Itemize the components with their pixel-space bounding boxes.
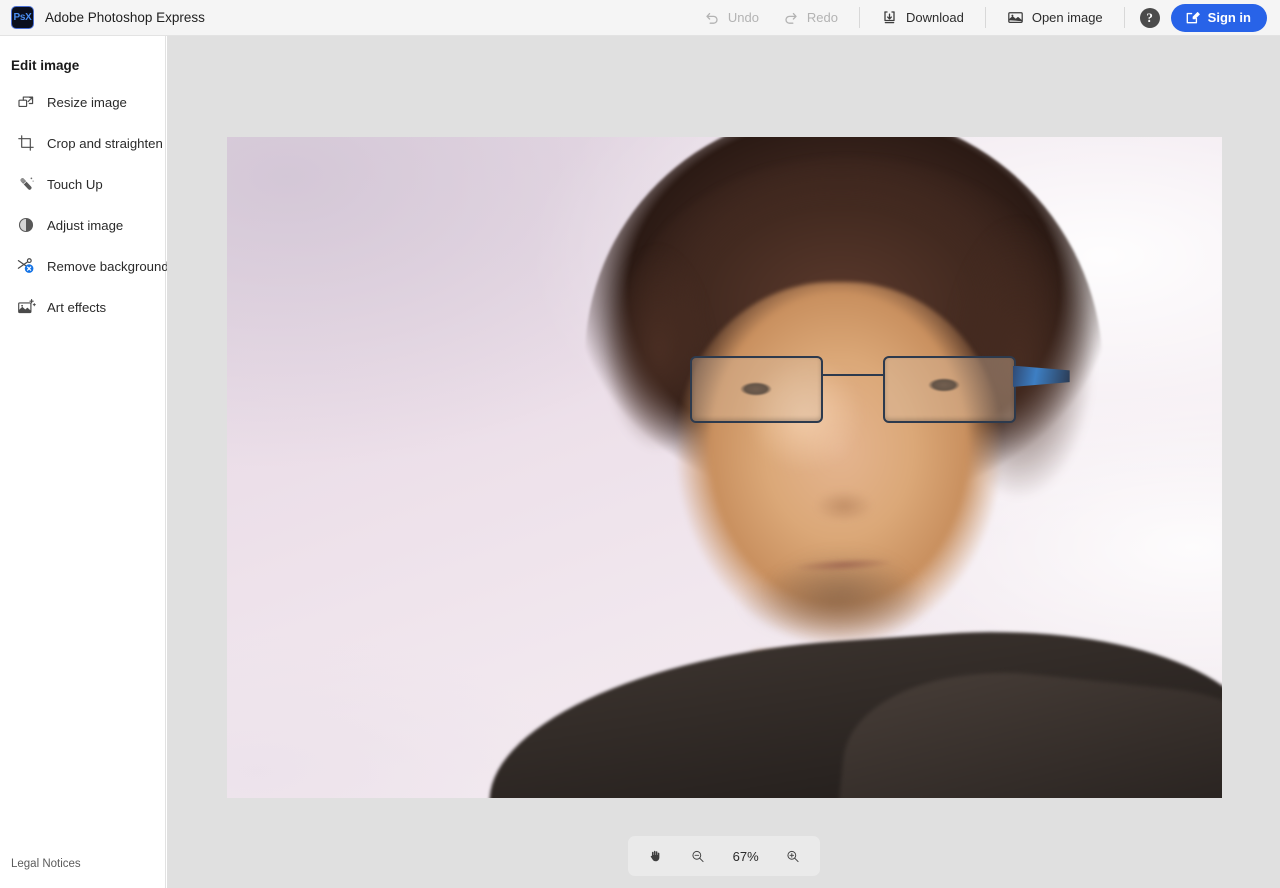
sidebar-title: Edit image [0, 36, 165, 73]
sign-in-icon [1184, 10, 1200, 26]
photo-lens-right [883, 356, 1016, 422]
edited-image[interactable] [227, 137, 1222, 798]
open-image-label: Open image [1032, 10, 1103, 25]
sidebar-item-label: Touch Up [47, 177, 103, 192]
sidebar-item-label: Crop and straighten [47, 136, 163, 151]
resize-icon [16, 92, 36, 112]
touchup-icon [16, 174, 36, 194]
sidebar: Edit image Resize image Crop and stra [0, 36, 166, 888]
sidebar-item-art-effects[interactable]: Art effects [6, 292, 159, 322]
photo-bridge [823, 374, 883, 377]
open-image-icon [1007, 9, 1024, 26]
sidebar-item-touch-up[interactable]: Touch Up [6, 169, 159, 199]
hand-icon[interactable] [642, 843, 668, 869]
undo-label: Undo [728, 10, 759, 25]
undo-button[interactable]: Undo [692, 3, 771, 33]
toolbar-separator-2 [985, 7, 986, 28]
sidebar-item-crop-and-straighten[interactable]: Crop and straighten [6, 128, 159, 158]
app-logo-icon: PsX [11, 6, 34, 29]
top-bar-actions: Undo Redo Download [692, 0, 1280, 35]
redo-label: Redo [807, 10, 838, 25]
photo-nose [804, 474, 884, 520]
undo-icon [704, 10, 720, 26]
photo-glasses [690, 356, 1023, 422]
toolbar-separator-1 [859, 7, 860, 28]
sign-in-label: Sign in [1208, 10, 1251, 25]
image-canvas[interactable]: 67% [167, 36, 1280, 888]
photo-lens-left [690, 356, 823, 422]
sidebar-item-label: Remove background [47, 259, 169, 274]
redo-button[interactable]: Redo [771, 3, 850, 33]
adjust-icon [16, 215, 36, 235]
sidebar-item-label: Resize image [47, 95, 127, 110]
download-icon [881, 9, 898, 26]
zoom-out-icon[interactable] [685, 843, 711, 869]
sidebar-item-adjust-image[interactable]: Adjust image [6, 210, 159, 240]
zoom-level-value[interactable]: 67% [729, 849, 763, 864]
sidebar-menu: Resize image Crop and straighten [0, 87, 165, 322]
remove-background-icon [16, 256, 36, 276]
download-button[interactable]: Download [869, 3, 976, 33]
legal-notices-link[interactable]: Legal Notices [11, 858, 81, 870]
download-label: Download [906, 10, 964, 25]
sidebar-item-label: Art effects [47, 300, 106, 315]
redo-icon [783, 10, 799, 26]
brand: PsX Adobe Photoshop Express [0, 6, 205, 29]
art-effects-icon [16, 297, 36, 317]
crop-icon [16, 133, 36, 153]
sidebar-item-remove-background[interactable]: Remove background [6, 251, 159, 281]
sign-in-button[interactable]: Sign in [1171, 4, 1267, 32]
zoom-controls: 67% [628, 836, 820, 876]
top-bar: PsX Adobe Photoshop Express Undo Redo [0, 0, 1280, 36]
zoom-in-icon[interactable] [780, 843, 806, 869]
help-icon[interactable]: ? [1140, 8, 1160, 28]
toolbar-separator-3 [1124, 7, 1125, 28]
app-title: Adobe Photoshop Express [45, 10, 205, 25]
sidebar-item-label: Adjust image [47, 218, 123, 233]
open-image-button[interactable]: Open image [995, 3, 1115, 33]
sidebar-item-resize-image[interactable]: Resize image [6, 87, 159, 117]
